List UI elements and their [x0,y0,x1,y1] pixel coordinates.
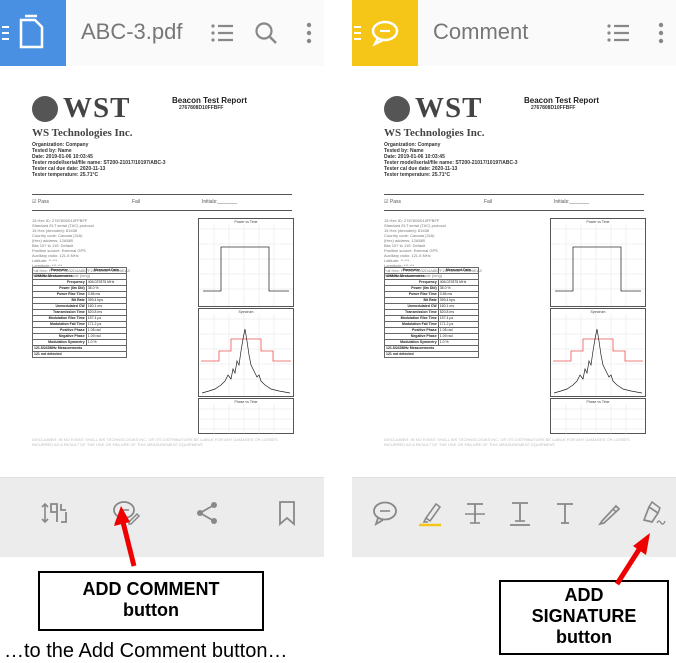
report-meta: Organization: Company Tested by: Name Date… [384,142,518,178]
add-signature-callout: ADD SIGNATURE button [499,580,669,655]
fit-page-icon[interactable] [39,498,69,528]
signature-icon[interactable] [638,498,668,528]
power-vs-time-graph: Power vs Time [550,218,646,307]
callout-line: SIGNATURE [531,606,637,626]
brand-sub: WS Technologies Inc. [32,127,133,139]
pass-checkbox: ☑ Pass [384,199,401,205]
bottom-toolbar [0,477,324,557]
divider [384,210,644,211]
brand-name: WST [63,92,131,124]
phase-vs-time-graph: Phase vs Time [198,398,294,434]
wst-logo-icon [384,96,410,122]
document-canvas[interactable]: WST WS Technologies Inc. Beacon Test Rep… [0,66,324,477]
list-icon[interactable] [209,20,235,46]
divider [32,210,292,211]
report-meta: Organization: Company Tested by: Name Date… [32,142,166,178]
top-toolbar: ABC-3.pdf [0,0,324,66]
initials-field: Initials:_______ [554,199,590,205]
fail-checkbox: Fail [484,199,493,205]
initials-field: Initials:_______ [202,199,238,205]
brand-sub: WS Technologies Inc. [384,127,485,139]
strikethrough-icon[interactable] [460,498,490,528]
caption-text: …to the Add Comment button… [4,640,288,662]
bookmark-icon[interactable] [272,498,302,528]
pass-checkbox: ☑ Pass [32,199,49,205]
pencil-icon[interactable] [595,498,625,528]
spectrum-graph: Spectrum [198,308,294,397]
annotation-toolbar [352,477,676,557]
add-comment-icon[interactable] [111,498,141,528]
fail-checkbox: Fail [132,199,141,205]
divider [384,194,644,195]
callout-line: button [556,627,612,647]
power-vs-time-graph: Power vs Time [198,218,294,307]
document-mode-button[interactable] [0,0,66,66]
document-title: ABC-3.pdf [81,19,183,44]
report-id: 2767808D10FFBFF [179,105,224,111]
callout-line: ADD [564,585,604,605]
list-icon[interactable] [605,20,631,46]
text-icon[interactable] [550,498,580,528]
callout-line: button [123,600,179,620]
search-icon[interactable] [253,20,279,46]
divider [32,194,292,195]
measurements-table: Parameter Measured Data 406MHz Measuremen… [32,267,128,358]
comment-icon[interactable] [370,498,400,528]
report-page: WST WS Technologies Inc. Beacon Test Rep… [22,86,302,466]
wst-logo-icon [32,96,58,122]
disclaimer: DISCLAIMER: IN NO EVENT SHALL WS TECHNOL… [384,437,630,447]
more-vert-icon[interactable] [648,20,674,46]
pdf-viewer-panel: ABC-3.pdf WST WS Technologies Inc. Beaco… [0,0,324,557]
report-page: WST WS Technologies Inc. Beacon Test Rep… [374,86,654,466]
add-comment-callout: ADD COMMENT button [38,571,264,631]
measurements-table: Parameter Measured Data 406MHz Measuremen… [384,267,480,358]
report-title: Beacon Test Report [172,96,247,105]
callout-line: ADD COMMENT [82,579,220,599]
comment-mode-panel: Comment WST WS Technologies Inc. Beacon … [352,0,676,557]
spectrum-graph: Spectrum [550,308,646,397]
top-toolbar: Comment [352,0,676,66]
brand-name: WST [415,92,483,124]
phase-vs-time-graph: Phase vs Time [550,398,646,434]
report-title: Beacon Test Report [524,96,599,105]
more-vert-icon[interactable] [296,20,322,46]
underline-icon[interactable] [505,498,535,528]
comment-mode-button[interactable] [352,0,418,66]
share-icon[interactable] [192,498,222,528]
document-canvas[interactable]: WST WS Technologies Inc. Beacon Test Rep… [352,66,676,477]
disclaimer: DISCLAIMER: IN NO EVENT SHALL WS TECHNOL… [32,437,278,447]
highlight-icon[interactable] [415,498,445,528]
mode-title: Comment [433,19,529,44]
report-id: 2767808D10FFBFF [531,105,576,111]
